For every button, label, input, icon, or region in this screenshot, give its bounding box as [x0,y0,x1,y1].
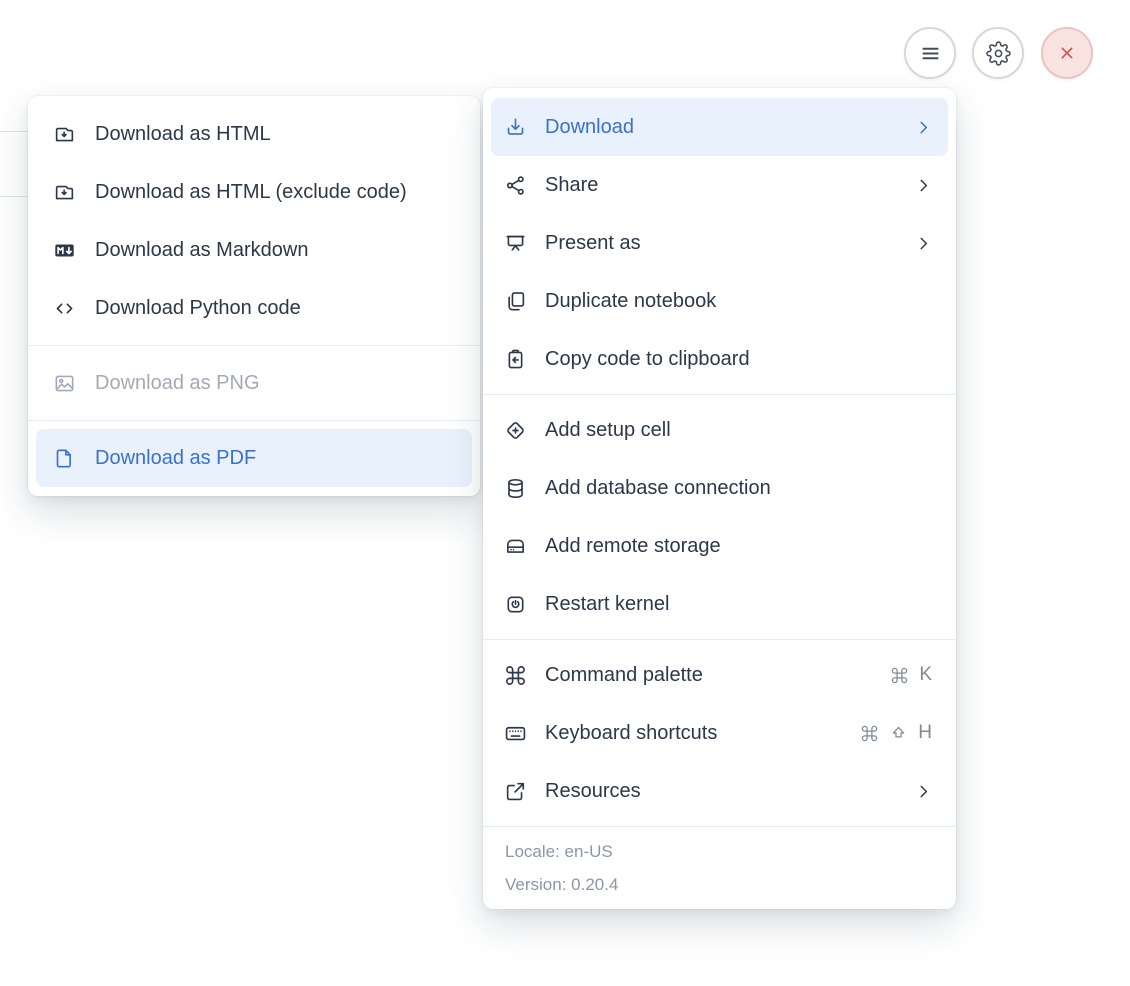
shortcut-hint: K [890,664,932,686]
shift-key-icon [889,724,908,743]
duplicate-icon [503,289,527,313]
add-cell-icon [503,418,527,442]
menu-item-label: Download as HTML (exclude code) [95,180,407,203]
command-icon [503,663,527,687]
menu-item-duplicate-notebook[interactable]: Duplicate notebook [483,272,956,330]
menu-item-label: Download Python code [95,296,301,319]
main-menu-panel: Download Share Present as Duplicate noteboo… [483,88,956,909]
menu-item-restart-kernel[interactable]: Restart kernel [483,575,956,633]
menu-section: Download as PNG [28,345,480,420]
menu-item-label: Restart kernel [545,592,670,615]
menu-item-download-python-code[interactable]: Download Python code [28,279,480,337]
chevron-right-icon [915,177,932,194]
folder-download-icon [52,180,76,204]
menu-item-label: Add database connection [545,476,771,499]
shortcut-hint: H [860,722,932,744]
database-icon [503,476,527,500]
keyboard-icon [503,721,527,745]
menu-item-add-database-connection[interactable]: Add database connection [483,459,956,517]
chevron-right-icon [915,119,932,136]
restart-kernel-icon [503,592,527,616]
image-icon [52,371,76,395]
menu-item-download-as-png: Download as PNG [28,354,480,412]
close-icon [1055,41,1079,65]
hamburger-icon [918,41,943,66]
menu-item-label: Keyboard shortcuts [545,721,718,744]
menu-item-label: Download as PDF [95,446,257,469]
main-menu-sections: Download Share Present as Duplicate noteboo… [483,92,956,826]
menu-item-label: Command palette [545,663,703,686]
menu-item-label: Copy code to clipboard [545,347,750,370]
menu-section: Command palette K Keyboard shortcuts H Resou… [483,639,956,826]
external-link-icon [503,779,527,803]
settings-button[interactable] [972,27,1024,79]
chevron-right-icon [915,235,932,252]
menu-item-label: Resources [545,779,641,802]
close-button[interactable] [1041,27,1093,79]
download-tray-icon [503,115,527,139]
cmd-key-icon [860,724,879,743]
menu-section: Download as HTML Download as HTML (exclud… [28,97,480,345]
menu-item-share[interactable]: Share [483,156,956,214]
share-icon [503,173,527,197]
menu-section: Add setup cell Add database connection Add… [483,394,956,639]
menu-item-add-remote-storage[interactable]: Add remote storage [483,517,956,575]
menu-button[interactable] [904,27,956,79]
menu-item-download[interactable]: Download [491,98,948,156]
locale-text: Locale: en-US [505,842,613,861]
menu-item-label: Present as [545,231,641,254]
menu-item-label: Share [545,173,599,196]
menu-item-add-setup-cell[interactable]: Add setup cell [483,401,956,459]
menu-section: Download as PDF [28,420,480,495]
menu-item-label: Add remote storage [545,534,721,557]
menu-item-command-palette[interactable]: Command palette K [483,646,956,704]
menu-item-resources[interactable]: Resources [483,762,956,820]
clipboard-arrow-icon [503,347,527,371]
menu-item-label: Download [545,115,634,138]
shortcut-key: H [918,722,932,743]
menu-item-label: Download as PNG [95,371,260,394]
menu-item-present-as[interactable]: Present as [483,214,956,272]
code-icon [52,296,76,320]
menu-item-download-as-html-exclude-code[interactable]: Download as HTML (exclude code) [28,163,480,221]
markdown-icon [52,238,76,262]
menu-section: Download Share Present as Duplicate noteboo… [483,92,956,394]
cmd-key-icon [890,666,909,685]
remote-storage-icon [503,534,527,558]
menu-item-download-as-html[interactable]: Download as HTML [28,105,480,163]
menu-item-label: Download as HTML [95,122,271,145]
menu-item-copy-code-to-clipboard[interactable]: Copy code to clipboard [483,330,956,388]
version-text: Version: 0.20.4 [505,875,619,894]
gear-icon [985,40,1011,66]
menu-item-download-as-pdf[interactable]: Download as PDF [36,429,472,487]
download-submenu-sections: Download as HTML Download as HTML (exclud… [28,97,480,495]
chevron-right-icon [915,783,932,800]
present-icon [503,231,527,255]
file-icon [52,446,76,470]
folder-download-icon [52,122,76,146]
menu-item-keyboard-shortcuts[interactable]: Keyboard shortcuts H [483,704,956,762]
shortcut-key: K [919,664,932,685]
menu-footer: Locale: en-US Version: 0.20.4 [483,826,956,909]
menu-item-download-as-markdown[interactable]: Download as Markdown [28,221,480,279]
menu-item-label: Duplicate notebook [545,289,717,312]
download-submenu-panel: Download as HTML Download as HTML (exclud… [28,96,480,496]
menu-item-label: Add setup cell [545,418,671,441]
menu-item-label: Download as Markdown [95,238,309,261]
